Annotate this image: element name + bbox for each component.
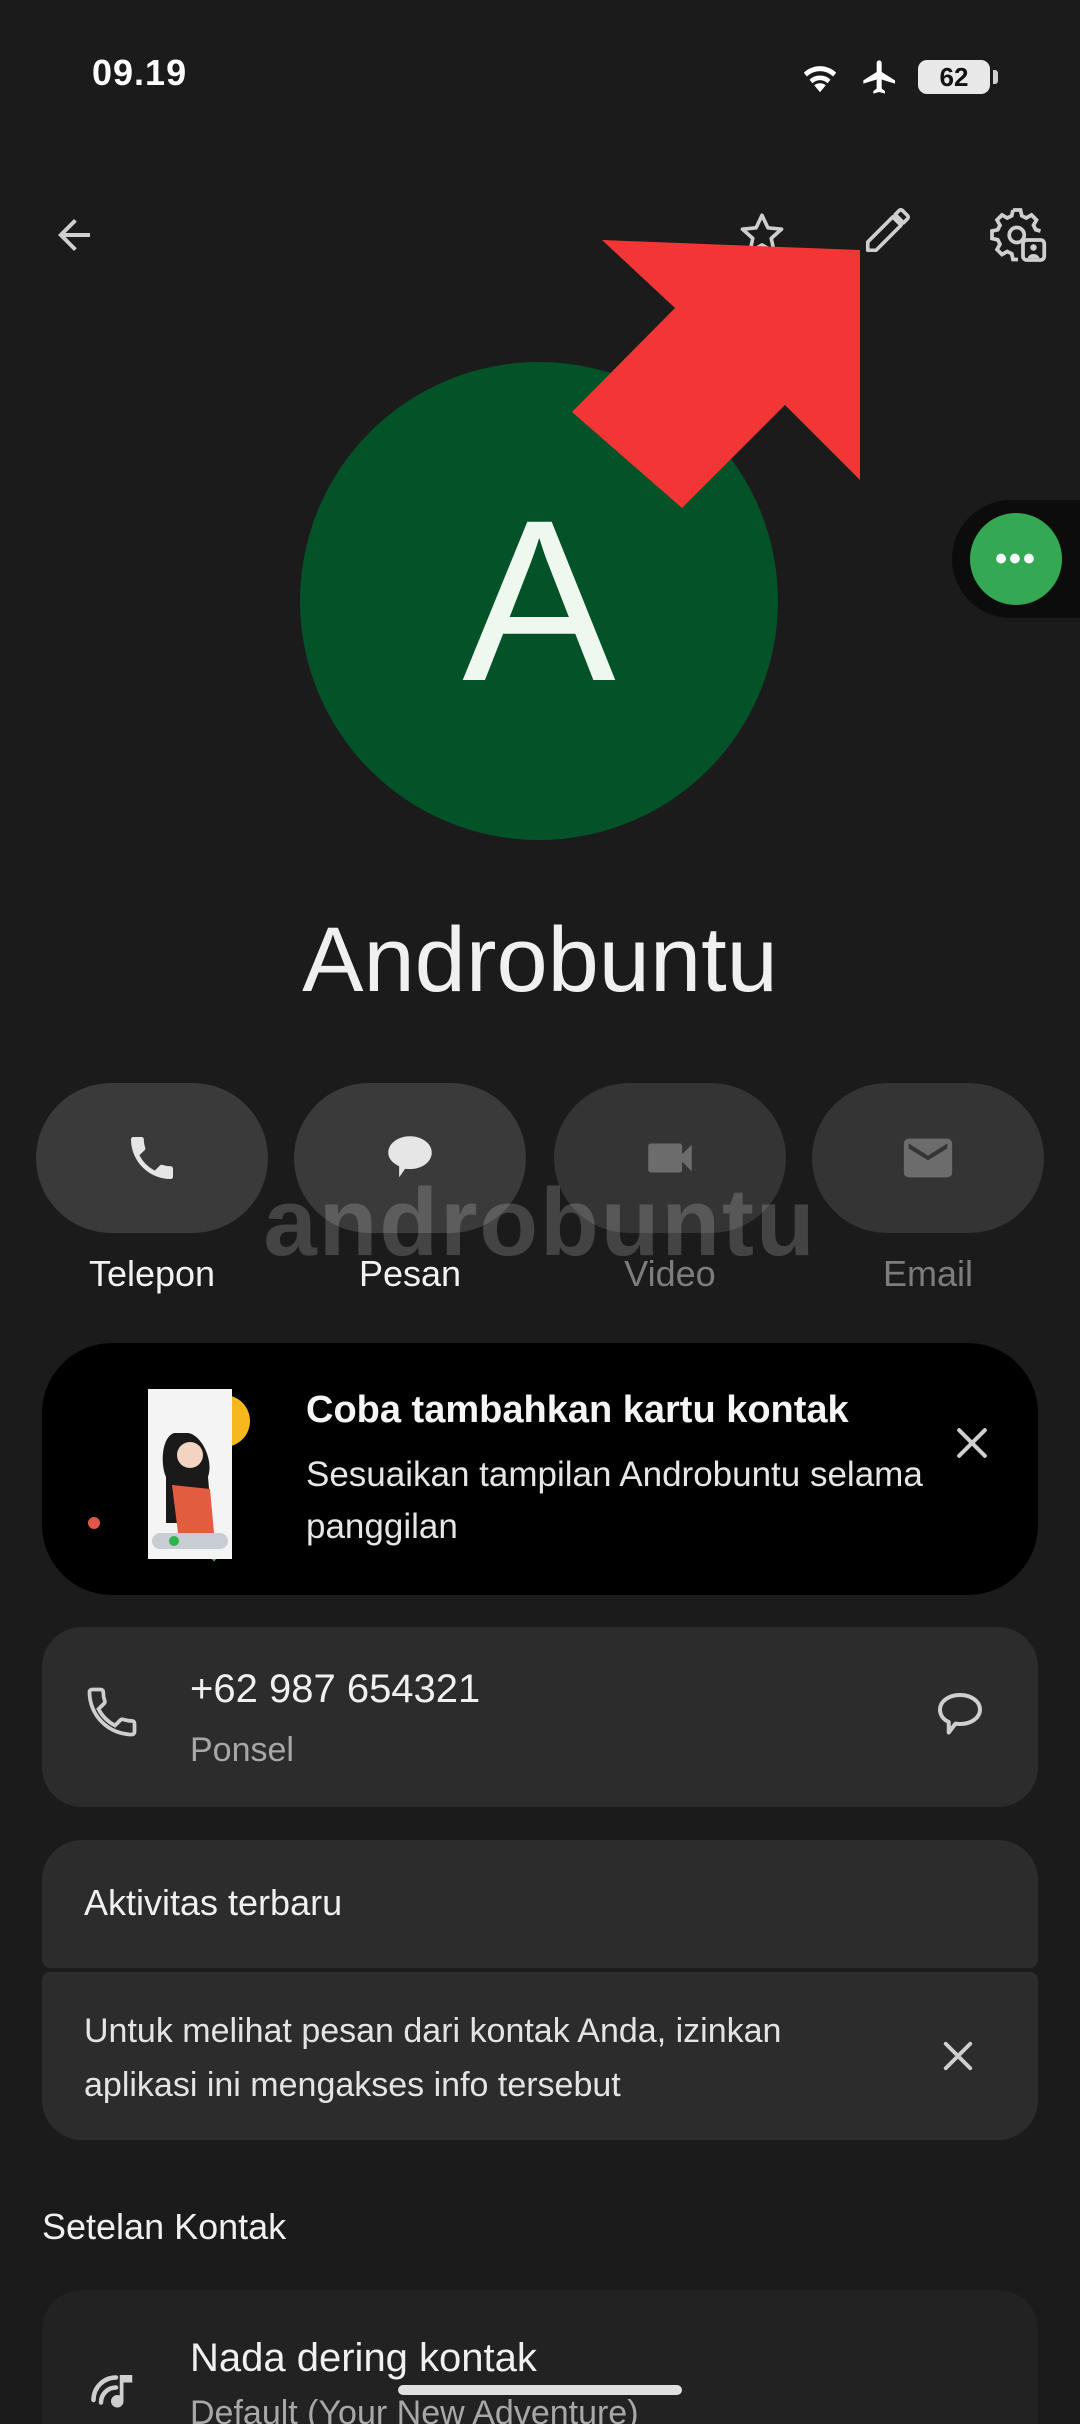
ringtone-title: Nada dering kontak <box>190 2336 537 2380</box>
back-arrow-icon <box>58 219 90 251</box>
permission-notice[interactable]: Untuk melihat pesan dari kontak Anda, iz… <box>42 1972 1038 2140</box>
back-button[interactable] <box>34 195 114 275</box>
recent-activity-header: Aktivitas terbaru <box>42 1840 1038 1968</box>
close-icon <box>957 1428 987 1458</box>
more-dots-icon: ••• <box>970 513 1062 605</box>
permission-dismiss-button[interactable] <box>920 2018 996 2094</box>
phone-number: +62 987 654321 <box>190 1667 481 1711</box>
ringtone-icon <box>91 2375 133 2408</box>
contact-card-promo[interactable]: Coba tambahkan kartu kontak Sesuaikan ta… <box>42 1343 1038 1595</box>
top-app-bar <box>0 190 1080 280</box>
close-icon <box>943 2041 973 2071</box>
contact-settings-heading: Setelan Kontak <box>42 2206 287 2247</box>
status-icons: 62 <box>798 55 998 99</box>
status-time: 09.19 <box>92 52 188 93</box>
gesture-navigation-bar[interactable] <box>398 2385 682 2395</box>
contact-card-illustration <box>88 1389 250 1562</box>
call-button[interactable] <box>36 1083 268 1233</box>
phone-number-row[interactable]: +62 987 654321 Ponsel <box>42 1627 1038 1807</box>
contact-settings-button[interactable] <box>978 195 1058 275</box>
phone-type: Ponsel <box>190 1731 294 1769</box>
promo-close-button[interactable] <box>932 1403 1012 1483</box>
promo-body: Sesuaikan tampilan Androbuntu selama pan… <box>306 1455 923 1546</box>
call-action[interactable]: Telepon <box>36 1083 268 1303</box>
contact-name: Androbuntu <box>302 909 778 1011</box>
red-arrow-annotation <box>572 240 860 508</box>
recent-activity-title: Aktivitas terbaru <box>84 1882 343 1923</box>
contact-settings-icon <box>990 208 1047 262</box>
airplane-mode-icon <box>863 60 895 94</box>
message-outline-icon <box>938 1693 982 1735</box>
email-action[interactable]: Email <box>812 1083 1044 1303</box>
email-icon <box>903 1138 953 1178</box>
permission-text: Untuk melihat pesan dari kontak Anda, iz… <box>84 2012 782 2104</box>
send-message-button[interactable] <box>930 1685 990 1750</box>
promo-title: Coba tambahkan kartu kontak <box>306 1389 849 1431</box>
phone-icon <box>131 1137 173 1179</box>
battery-level: 62 <box>939 61 969 92</box>
floating-bubble[interactable]: ••• <box>952 500 1080 618</box>
call-label: Telepon <box>88 1253 216 1294</box>
email-label: Email <box>882 1253 974 1294</box>
status-bar: 09.19 62 <box>0 0 1080 150</box>
ringtone-row[interactable]: Nada dering kontak Default (Your New Adv… <box>42 2290 1038 2424</box>
wifi-icon <box>803 66 837 93</box>
email-button[interactable] <box>812 1083 1044 1233</box>
ringtone-value: Default (Your New Adventure) <box>190 2394 639 2424</box>
phone-outline-icon <box>87 1687 137 1737</box>
battery-indicator: 62 <box>918 60 998 94</box>
watermark-text: androbuntu <box>263 1169 817 1276</box>
